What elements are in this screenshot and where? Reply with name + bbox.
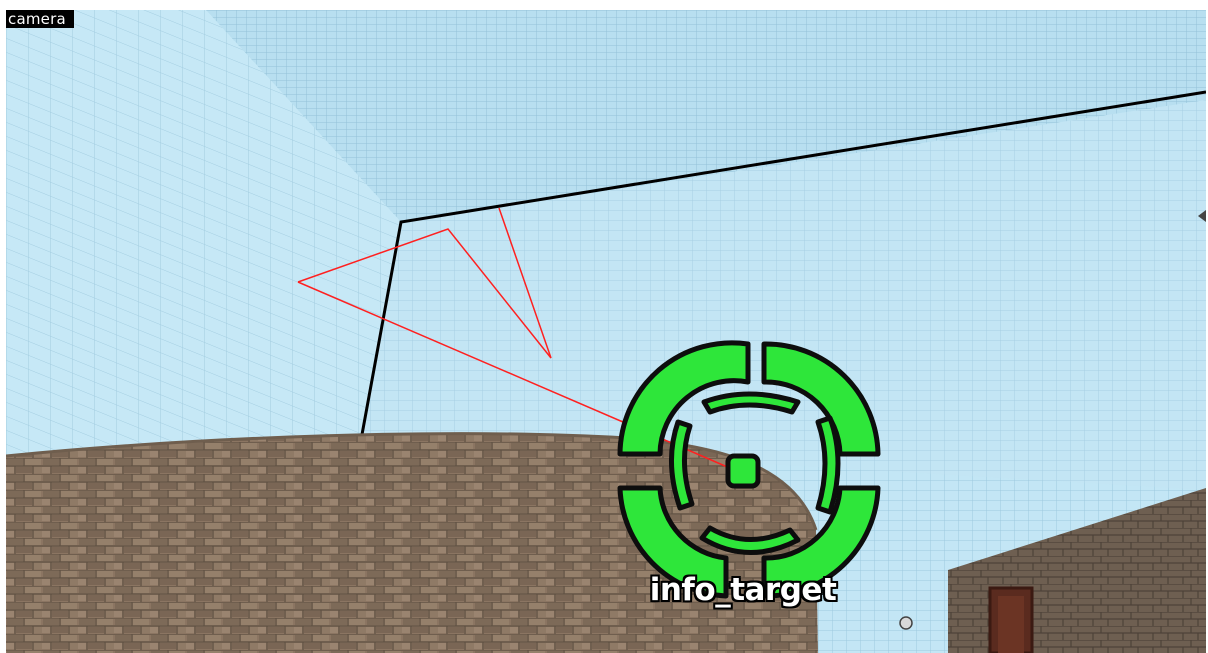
entity-name-label: info_target <box>649 572 837 608</box>
brick-building <box>6 433 818 653</box>
door-panel <box>998 596 1024 653</box>
viewport-name-label[interactable]: camera <box>6 10 74 28</box>
light-sprite-icon[interactable] <box>899 616 913 630</box>
3d-scene[interactable] <box>6 10 1206 653</box>
camera-viewport[interactable]: camera info_target <box>6 10 1206 653</box>
